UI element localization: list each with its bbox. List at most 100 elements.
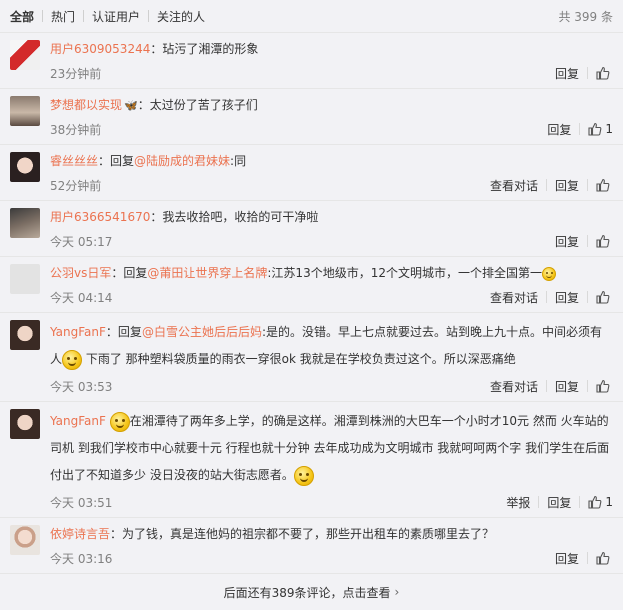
tab-all[interactable]: 全部 — [10, 8, 42, 25]
comment-text: 用户6366541670：我去收拾吧，收拾的可干净啦 — [50, 207, 613, 228]
username-link[interactable]: YangFanF — [50, 414, 106, 428]
like-button[interactable] — [588, 290, 613, 304]
comment-content: ：为了钱，真是连他妈的祖宗都不要了，那些开出租车的素质哪里去了？ — [110, 527, 495, 541]
comment-actions: 回复 1 — [539, 121, 613, 138]
tab-verified[interactable]: 认证用户 — [84, 8, 148, 25]
comment-text: YangFanF 在湘潭待了两年多上学，的确是这样。湘潭到株洲的大巴车一个小时才… — [50, 408, 613, 489]
reply-button[interactable]: 回复 — [547, 550, 587, 567]
comment-time: 今天 03:16 — [50, 551, 113, 566]
username-link[interactable]: 睿丝丝丝 — [50, 154, 98, 168]
like-button[interactable] — [588, 66, 613, 80]
comment-text: 睿丝丝丝：回复@陆励成的君妹妹:同 — [50, 151, 613, 172]
reply-button[interactable]: 回复 — [547, 289, 587, 306]
avatar[interactable] — [10, 40, 40, 70]
comment-meta: 23分钟前 回复 — [50, 62, 613, 84]
smiley-emoji-icon — [541, 266, 556, 281]
comment-time: 今天 04:14 — [50, 290, 113, 305]
comment-content: :江苏13个地级市，12个文明城市，一个排全国第一 — [267, 266, 542, 280]
tab-following[interactable]: 关注的人 — [149, 8, 213, 25]
comment-text: 用户6309053244：玷污了湘潭的形象 — [50, 39, 613, 60]
comment-text: YangFanF：回复@白雪公主她后后后妈:是的。没错。早上七点就要过去。站到晚… — [50, 319, 613, 373]
reply-button[interactable]: 回复 — [539, 121, 579, 138]
avatar[interactable] — [10, 96, 40, 126]
comment-time: 今天 03:53 — [50, 379, 113, 394]
username-link[interactable]: 用户6366541670 — [50, 210, 150, 224]
thumbs-up-icon — [588, 495, 602, 509]
avatar[interactable] — [10, 320, 40, 350]
avatar[interactable] — [10, 409, 40, 439]
comment-meta: 今天 03:53 查看对话 回复 — [50, 375, 613, 397]
thumbs-up-icon — [596, 379, 610, 393]
load-more-label: 后面还有389条评论，点击查看 — [223, 585, 391, 600]
reply-prefix: ：回复 — [105, 325, 142, 339]
view-conversation-button[interactable]: 查看对话 — [482, 177, 546, 194]
like-count: 1 — [605, 495, 613, 509]
like-button[interactable] — [588, 379, 613, 393]
thumbs-up-icon — [596, 234, 610, 248]
comment-meta: 52分钟前 查看对话 回复 — [50, 174, 613, 196]
reply-button[interactable]: 回复 — [547, 177, 587, 194]
avatar[interactable] — [10, 525, 40, 555]
view-conversation-button[interactable]: 查看对话 — [482, 289, 546, 306]
like-count: 1 — [605, 122, 613, 136]
thumbs-up-icon — [596, 290, 610, 304]
comment-meta: 今天 04:14 查看对话 回复 — [50, 286, 613, 308]
mention-link[interactable]: @陆励成的君妹妹 — [134, 154, 230, 168]
reply-button[interactable]: 回复 — [547, 378, 587, 395]
comment-actions: 回复 — [547, 65, 613, 82]
comment-item: 用户6366541670：我去收拾吧，收拾的可干净啦 今天 05:17 回复 — [0, 201, 623, 257]
avatar[interactable] — [10, 264, 40, 294]
comment-actions: 举报 回复 1 — [498, 494, 613, 511]
thumbs-up-icon — [596, 66, 610, 80]
comment-item: YangFanF：回复@白雪公主她后后后妈:是的。没错。早上七点就要过去。站到晚… — [0, 313, 623, 402]
comment-meta: 今天 03:16 回复 — [50, 547, 613, 569]
comment-time: 52分钟前 — [50, 178, 102, 193]
like-button[interactable] — [588, 234, 613, 248]
like-button[interactable]: 1 — [580, 495, 613, 509]
comment-text: 公羽vs日军：回复@莆田让世界穿上名牌:江苏13个地级市，12个文明城市，一个排… — [50, 263, 613, 284]
tab-hot[interactable]: 热门 — [43, 8, 83, 25]
comment-meta: 今天 05:17 回复 — [50, 230, 613, 252]
chevron-right-icon: › — [394, 585, 400, 599]
comment-time: 23分钟前 — [50, 66, 102, 81]
report-button[interactable]: 举报 — [498, 494, 538, 511]
like-button[interactable] — [588, 178, 613, 192]
username-link[interactable]: 公羽vs日军 — [50, 266, 111, 280]
view-conversation-button[interactable]: 查看对话 — [482, 378, 546, 395]
comment-time: 今天 05:17 — [50, 234, 113, 249]
username-link[interactable]: 梦想都以实现 — [50, 98, 122, 112]
comment-meta: 今天 03:51 举报 回复 1 — [50, 491, 613, 513]
username-link[interactable]: YangFanF — [50, 325, 106, 339]
comment-item: 用户6309053244：玷污了湘潭的形象 23分钟前 回复 — [0, 33, 623, 89]
comment-actions: 回复 — [547, 233, 613, 250]
load-more-link[interactable]: 后面还有389条评论，点击查看 › — [0, 574, 623, 610]
filter-tabs: 全部 热门 认证用户 关注的人 共 399 条 — [0, 0, 623, 33]
comment-item: 依婷诗言吾：为了钱，真是连他妈的祖宗都不要了，那些开出租车的素质哪里去了？ 今天… — [0, 518, 623, 574]
reply-prefix: ：回复 — [111, 266, 148, 280]
username-link[interactable]: 依婷诗言吾 — [50, 527, 110, 541]
comment-content: 在湘潭待了两年多上学，的确是这样。湘潭到株洲的大巴车一个小时才10元 然而 火车… — [50, 414, 610, 482]
username-link[interactable]: 用户6309053244 — [50, 42, 150, 56]
mention-link[interactable]: @白雪公主她后后后妈 — [142, 325, 262, 339]
comment-panel: 全部 热门 认证用户 关注的人 共 399 条 用户6309053244：玷污了… — [0, 0, 623, 600]
comment-time: 今天 03:51 — [50, 495, 113, 510]
comment-meta: 38分钟前 回复 1 — [50, 118, 613, 140]
thumbs-up-icon — [596, 551, 610, 565]
comment-actions: 查看对话 回复 — [482, 177, 613, 194]
comment-item: 公羽vs日军：回复@莆田让世界穿上名牌:江苏13个地级市，12个文明城市，一个排… — [0, 257, 623, 313]
smiley-emoji-icon — [109, 411, 130, 432]
comment-actions: 查看对话 回复 — [482, 378, 613, 395]
avatar[interactable] — [10, 152, 40, 182]
comment-actions: 查看对话 回复 — [482, 289, 613, 306]
reply-button[interactable]: 回复 — [547, 233, 587, 250]
comment-count: 共 399 条 — [558, 9, 613, 24]
comment-text: 梦想都以实现 🦋：太过份了苦了孩子们 — [50, 95, 613, 116]
smiley-emoji-icon — [62, 349, 83, 370]
like-button[interactable]: 1 — [580, 122, 613, 136]
comment-content: ：我去收拾吧，收拾的可干净啦 — [150, 210, 319, 224]
like-button[interactable] — [588, 551, 613, 565]
reply-button[interactable]: 回复 — [539, 494, 579, 511]
reply-button[interactable]: 回复 — [547, 65, 587, 82]
mention-link[interactable]: @莆田让世界穿上名牌 — [147, 266, 267, 280]
avatar[interactable] — [10, 208, 40, 238]
